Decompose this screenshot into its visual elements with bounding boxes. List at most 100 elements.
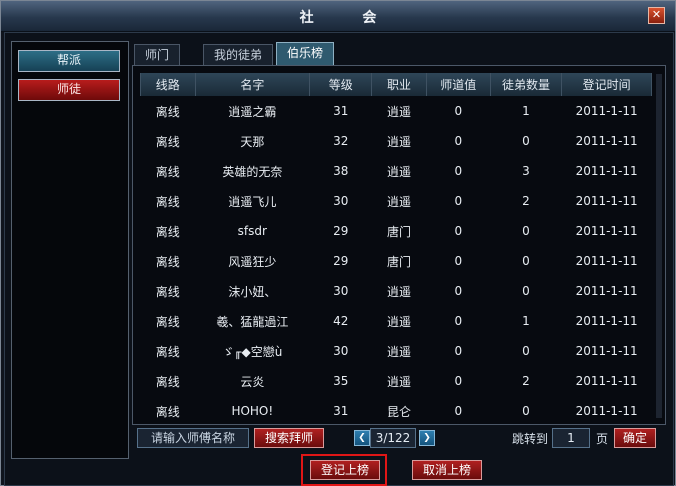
tab-my-apprentices[interactable]: 我的徒弟 — [203, 44, 274, 65]
table-cell-route: 离线 — [155, 164, 180, 179]
table-cell-route: 离线 — [155, 104, 180, 119]
title-bar[interactable]: 社 会 ✕ — [1, 1, 675, 32]
table-cell-name: 天那 — [240, 134, 265, 149]
table-row[interactable]: 离线 HOHO! 31 昆仑 0 0 2011-1-11 — [141, 396, 652, 426]
tab-sect[interactable]: 师门 — [134, 44, 181, 65]
table-cell-apprentice-count: 0 — [522, 344, 530, 358]
table-cell-route: 离线 — [155, 314, 180, 329]
column-header-mentor-points[interactable]: 师道值 — [425, 73, 491, 96]
table-cell-name: HOHO! — [231, 404, 274, 418]
table-cell-mentor-points: 0 — [454, 314, 463, 328]
table-cell-route: 离线 — [155, 404, 180, 419]
table-row[interactable]: 离线 sfsdr 29 唐门 0 0 2011-1-11 — [141, 216, 652, 246]
table-cell-register-time: 2011-1-11 — [575, 194, 638, 208]
table-cell-apprentice-count: 0 — [522, 134, 530, 148]
column-header-level[interactable]: 等级 — [309, 73, 373, 96]
tab-talent-board[interactable]: 伯乐榜 — [276, 42, 335, 65]
table-cell-route: 离线 — [155, 374, 180, 389]
table-cell-name: 云炎 — [240, 374, 265, 389]
table-row[interactable]: 离线 羲、猛龍過江 42 逍遥 0 1 2011-1-11 — [141, 306, 652, 336]
table-cell-class: 逍遥 — [387, 164, 412, 179]
table-cell-apprentice-count: 2 — [522, 374, 530, 388]
table-cell-mentor-points: 0 — [454, 134, 463, 148]
table-cell-class: 逍遥 — [387, 314, 412, 329]
table-cell-register-time: 2011-1-11 — [575, 374, 638, 388]
column-header-apprentice-count[interactable]: 徒弟数量 — [489, 73, 563, 96]
sidebar-item-guild[interactable]: 帮派 — [18, 50, 120, 72]
table-cell-register-time: 2011-1-11 — [575, 164, 638, 178]
table-cell-level: 38 — [333, 164, 349, 178]
table-cell-class: 逍遥 — [387, 104, 412, 119]
jump-page-input[interactable]: 1 — [552, 428, 590, 448]
table-cell-class: 逍遥 — [387, 374, 412, 389]
table-cell-mentor-points: 0 — [454, 374, 463, 388]
table-cell-level: 30 — [333, 284, 349, 298]
column-header-class[interactable]: 职业 — [371, 73, 427, 96]
table-cell-name: 风遥狂少 — [228, 254, 277, 269]
table-cell-route: 离线 — [155, 344, 180, 359]
window-title: 社 会 — [299, 10, 399, 26]
table-cell-apprentice-count: 3 — [522, 164, 530, 178]
table-cell-register-time: 2011-1-11 — [575, 224, 638, 238]
social-window: 社 会 ✕ 帮派 师徒 师门 我的徒弟 伯乐榜 线路 名字 等级 职业 师道值 徒弟数量登… — [0, 0, 676, 486]
page-indicator: 3/122 — [370, 428, 416, 448]
table-cell-route: 离线 — [155, 284, 180, 299]
table-cell-mentor-points: 0 — [454, 254, 463, 268]
table-cell-register-time: 2011-1-11 — [575, 344, 638, 358]
table-row[interactable]: 离线 天那 32 逍遥 0 0 2011-1-11 — [141, 126, 652, 156]
table-cell-route: 离线 — [155, 224, 180, 239]
cancel-register-button[interactable]: 取消上榜 — [412, 460, 482, 480]
table-cell-apprentice-count: 1 — [522, 314, 530, 328]
table-row[interactable]: 离线 云炎 35 逍遥 0 2 2011-1-11 — [141, 366, 652, 396]
prev-page-icon[interactable]: ❮ — [354, 430, 370, 446]
next-page-icon[interactable]: ❯ — [419, 430, 435, 446]
column-header-route[interactable]: 线路 — [140, 73, 196, 96]
table-cell-apprentice-count: 0 — [522, 224, 530, 238]
page-suffix-label: 页 — [596, 432, 609, 446]
table-header-row: 线路 名字 等级 职业 师道值 徒弟数量 登记时间 — [140, 73, 652, 96]
leaderboard-table: 线路 名字 等级 职业 师道值 徒弟数量 登记时间 离线 逍遥之霸 31 逍遥 0 1 2011-1-1… — [140, 73, 652, 426]
table-cell-name: 英雄的无奈 — [222, 164, 283, 179]
search-mentor-button[interactable]: 搜索拜师 — [254, 428, 324, 448]
table-row[interactable]: 离线 逍遥飞儿 30 逍遥 0 2 2011-1-11 — [141, 186, 652, 216]
table-cell-mentor-points: 0 — [454, 344, 463, 358]
scrollbar[interactable] — [656, 74, 662, 418]
table-cell-register-time: 2011-1-11 — [575, 314, 638, 328]
table-cell-register-time: 2011-1-11 — [575, 284, 638, 298]
table-cell-class: 昆仑 — [387, 404, 412, 419]
table-row[interactable]: 离线 风遥狂少 29 唐门 0 0 2011-1-11 — [141, 246, 652, 276]
table-cell-class: 唐门 — [387, 254, 412, 269]
table-row[interactable]: 离线 沫小妞、 30 逍遥 0 0 2011-1-11 — [141, 276, 652, 306]
table-cell-mentor-points: 0 — [454, 194, 463, 208]
leaderboard-panel: 线路 名字 等级 职业 师道值 徒弟数量 登记时间 离线 逍遥之霸 31 逍遥 0 1 2011-1-1… — [132, 65, 666, 425]
table-cell-register-time: 2011-1-11 — [575, 404, 638, 418]
table-cell-apprentice-count: 0 — [522, 254, 530, 268]
column-header-register-time[interactable]: 登记时间 — [561, 73, 652, 96]
table-cell-mentor-points: 0 — [454, 404, 463, 418]
table-cell-route: 离线 — [155, 194, 180, 209]
column-header-name[interactable]: 名字 — [194, 73, 311, 96]
sidebar: 帮派 师徒 — [11, 41, 129, 459]
close-icon[interactable]: ✕ — [648, 7, 665, 24]
table-cell-apprentice-count: 0 — [522, 404, 530, 418]
jump-to-label: 跳转到 — [512, 432, 549, 446]
register-button[interactable]: 登记上榜 — [310, 460, 380, 480]
table-cell-mentor-points: 0 — [454, 104, 463, 118]
sidebar-item-mentorship[interactable]: 师徒 — [18, 79, 120, 101]
table-row[interactable]: 离线 英雄的无奈 38 逍遥 0 3 2011-1-11 — [141, 156, 652, 186]
table-cell-level: 29 — [333, 254, 349, 268]
table-cell-class: 逍遥 — [387, 194, 412, 209]
table-cell-level: 35 — [333, 374, 349, 388]
table-cell-name: ゞ╓◆空戀ù — [222, 344, 283, 359]
table-cell-register-time: 2011-1-11 — [575, 134, 638, 148]
table-cell-register-time: 2011-1-11 — [575, 104, 638, 118]
table-cell-class: 逍遥 — [387, 344, 412, 359]
table-cell-register-time: 2011-1-11 — [575, 254, 638, 268]
mentor-name-input[interactable]: 请输入师傅名称 — [137, 428, 249, 448]
table-cell-level: 31 — [333, 104, 349, 118]
jump-confirm-button[interactable]: 确定 — [614, 428, 656, 448]
table-cell-mentor-points: 0 — [454, 164, 463, 178]
table-row[interactable]: 离线 逍遥之霸 31 逍遥 0 1 2011-1-11 — [141, 96, 652, 126]
table-cell-name: 沫小妞、 — [228, 284, 277, 299]
table-row[interactable]: 离线 ゞ╓◆空戀ù 30 逍遥 0 0 2011-1-11 — [141, 336, 652, 366]
